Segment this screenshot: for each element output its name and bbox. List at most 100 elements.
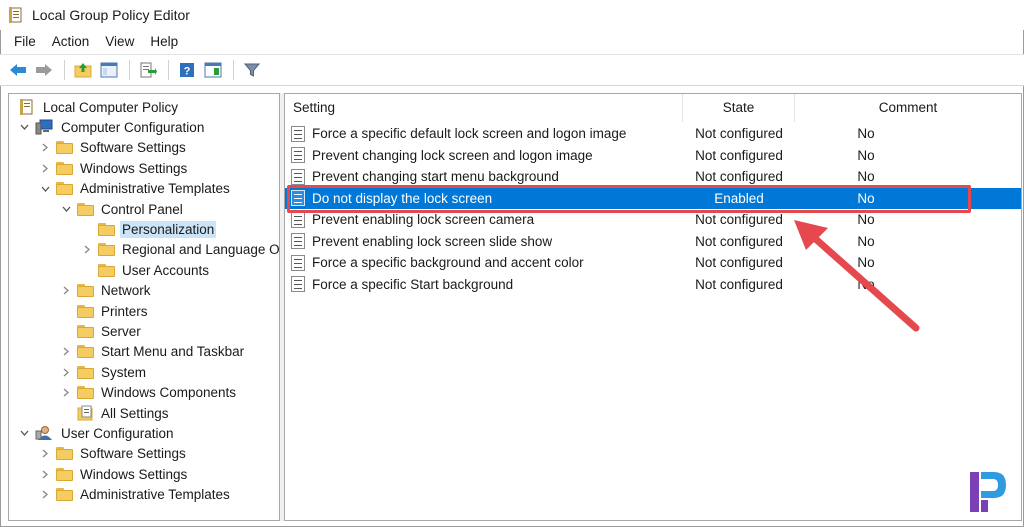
chevron-right-icon[interactable]: [40, 449, 50, 459]
tree-item[interactable]: Server: [61, 321, 143, 341]
tree-item-label: User Accounts: [122, 262, 210, 278]
tree-item[interactable]: Printers: [61, 301, 150, 321]
tree-item[interactable]: User Accounts: [82, 260, 211, 280]
folder-icon: [77, 324, 94, 338]
folder-icon: [56, 467, 73, 481]
chevron-right-icon[interactable]: [40, 163, 50, 173]
all-settings-icon: [77, 405, 94, 421]
column-header-setting[interactable]: Setting: [285, 94, 683, 122]
policy-state: Not configured: [695, 126, 783, 141]
policy-setting-name: Prevent changing lock screen and logon i…: [312, 147, 593, 163]
menu-bar: File Action View Help: [0, 31, 186, 53]
toolbar: ?: [0, 54, 1024, 86]
folder-icon: [77, 365, 94, 379]
chevron-down-icon[interactable]: [40, 184, 50, 194]
policy-setting-name: Prevent changing start menu background: [312, 169, 559, 184]
menu-help[interactable]: Help: [142, 31, 186, 53]
folder-icon: [98, 243, 115, 257]
tree-item[interactable]: Computer Configuration: [19, 117, 206, 137]
chevron-down-icon[interactable]: [61, 204, 71, 214]
policy-setting-icon: [291, 254, 305, 271]
show-hide-tree-icon[interactable]: [97, 59, 121, 81]
help-icon[interactable]: ?: [175, 59, 199, 81]
toolbar-separator: [129, 60, 130, 80]
column-header-state[interactable]: State: [683, 94, 795, 122]
policy-state: Not configured: [695, 233, 783, 249]
column-header-comment[interactable]: Comment: [795, 94, 1021, 122]
export-list-icon[interactable]: [136, 59, 160, 81]
filter-icon[interactable]: [240, 59, 264, 81]
tree-item[interactable]: All Settings: [61, 403, 171, 423]
tree-item[interactable]: Software Settings: [40, 444, 188, 464]
computer-icon: [35, 119, 53, 135]
chevron-right-icon[interactable]: [61, 347, 71, 357]
policy-setting-name: Prevent enabling lock screen slide show: [312, 233, 553, 249]
extended-view-icon[interactable]: [201, 59, 225, 81]
chevron-right-icon[interactable]: [40, 469, 50, 479]
forward-arrow-icon[interactable]: [32, 59, 56, 81]
tree-pane[interactable]: Local Computer Policy Computer Configurat…: [8, 93, 280, 521]
tree-item-label: Start Menu and Taskbar: [101, 344, 245, 360]
tree-item[interactable]: Regional and Language O: [82, 240, 280, 260]
back-arrow-icon[interactable]: [6, 59, 30, 81]
policy-setting-icon: [291, 168, 305, 185]
policy-setting-name: Force a specific default lock screen and…: [312, 126, 627, 141]
tree-item[interactable]: Software Settings: [40, 138, 188, 158]
tree-item-label: All Settings: [101, 405, 169, 421]
tree-item[interactable]: Windows Components: [61, 383, 238, 403]
chevron-right-icon[interactable]: [40, 143, 50, 153]
tree-item[interactable]: Windows Settings: [40, 158, 189, 178]
policy-setting-icon: [291, 276, 305, 292]
tree-item[interactable]: Control Panel: [61, 199, 185, 219]
tree-item[interactable]: System: [61, 362, 148, 382]
policy-comment: No: [857, 169, 875, 184]
policy-row[interactable]: Force a specific default lock screen and…: [285, 123, 1021, 144]
toolbar-separator: [64, 60, 65, 80]
chevron-right-icon[interactable]: [61, 388, 71, 398]
policy-row[interactable]: Prevent changing start menu background No…: [285, 166, 1021, 187]
policy-setting-icon: [291, 211, 305, 228]
policy-state: Not configured: [695, 276, 783, 292]
menu-action[interactable]: Action: [44, 31, 98, 53]
chevron-down-icon[interactable]: [19, 122, 29, 132]
tree-item[interactable]: Start Menu and Taskbar: [61, 342, 246, 362]
menu-file[interactable]: File: [6, 31, 44, 53]
toolbar-separator: [168, 60, 169, 80]
tree-item-label: Regional and Language O: [122, 242, 280, 258]
menu-view[interactable]: View: [97, 31, 142, 53]
tree-item[interactable]: Administrative Templates: [40, 485, 232, 505]
group-policy-app-icon: [8, 7, 24, 23]
chevron-right-icon[interactable]: [82, 245, 92, 255]
tree-item[interactable]: User Configuration: [19, 423, 176, 443]
chevron-down-icon[interactable]: [19, 428, 29, 438]
folder-icon: [77, 202, 94, 216]
policy-row[interactable]: Prevent changing lock screen and logon i…: [285, 145, 1021, 166]
tree-item[interactable]: Windows Settings: [40, 464, 189, 484]
tree-item-label: Windows Settings: [80, 160, 188, 176]
folder-icon: [77, 386, 94, 400]
policy-setting-cell: Prevent enabling lock screen slide show: [285, 233, 683, 249]
tree-item-label: Printers: [101, 303, 148, 319]
tree-item[interactable]: Network: [61, 281, 153, 301]
tree-item[interactable]: Personalization: [82, 219, 217, 239]
chevron-right-icon[interactable]: [40, 490, 50, 500]
tree-item-label: User Configuration: [61, 425, 174, 441]
tree-item-label: Personalization: [120, 220, 217, 238]
tree-item[interactable]: Local Computer Policy: [19, 97, 180, 117]
user-icon: [35, 425, 53, 441]
policy-setting-name: Prevent enabling lock screen camera: [312, 212, 535, 227]
brand-logo-icon: [962, 466, 1012, 518]
folder-icon: [56, 141, 73, 155]
title-bar: Local Group Policy Editor: [0, 0, 1024, 30]
policy-setting-icon: [291, 233, 305, 249]
policy-setting-cell: Prevent changing start menu background: [285, 168, 683, 185]
policy-setting-name: Force a specific Start background: [312, 276, 514, 292]
chevron-right-icon[interactable]: [61, 367, 71, 377]
up-folder-icon[interactable]: [71, 59, 95, 81]
tree-item[interactable]: Administrative Templates: [40, 179, 232, 199]
folder-icon: [98, 263, 115, 277]
list-header: Setting State Comment: [285, 94, 1021, 122]
chevron-right-icon[interactable]: [61, 286, 71, 296]
folder-icon: [56, 488, 73, 502]
